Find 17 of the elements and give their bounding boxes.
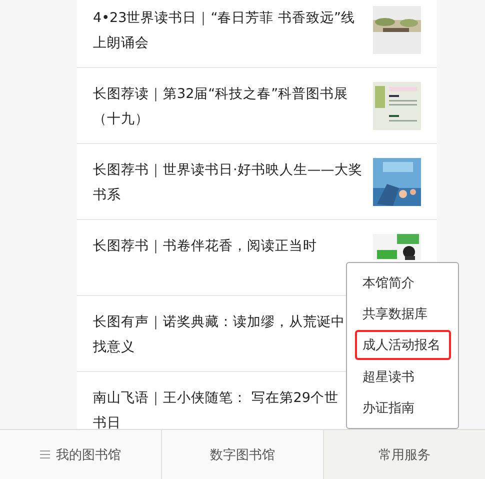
article-title-line[interactable]: 书日 [93,411,121,430]
article-title-line[interactable]: 上朗诵会 [93,31,149,56]
menu-item[interactable]: 成人活动报名 [354,330,450,360]
article-title-line[interactable]: 长图有声｜诺奖典藏：读加缪，从荒诞中 [93,310,345,335]
article-title-line[interactable]: 长图荐书｜书卷伴花香，阅读正当时 [93,234,317,259]
article-title-line[interactable]: 南山飞语｜王小侠随笔： 写在第29个世 [93,386,338,411]
menu-item[interactable]: 超星读书 [354,362,450,392]
menu-item[interactable]: 办证指南 [354,393,450,424]
nav-tab[interactable]: 常用服务 [324,430,485,479]
menu-item[interactable]: 共享数据库 [354,299,450,330]
article-title-line[interactable]: 长图荐书｜世界读书日·好书映人生——大奖 [93,158,362,183]
article-title-line[interactable]: 找意义 [93,335,135,360]
menu-item[interactable]: 本馆简介 [354,268,450,298]
article-title-line[interactable]: （十九） [93,107,149,132]
article-title-line[interactable]: 4•23世界读书日｜“春日芳菲 书香致远”线 [93,6,356,31]
article-title-line[interactable]: 书系 [93,183,121,208]
article-title-line[interactable]: 长图荐读｜第32届“科技之春”科普图书展 [93,82,348,107]
